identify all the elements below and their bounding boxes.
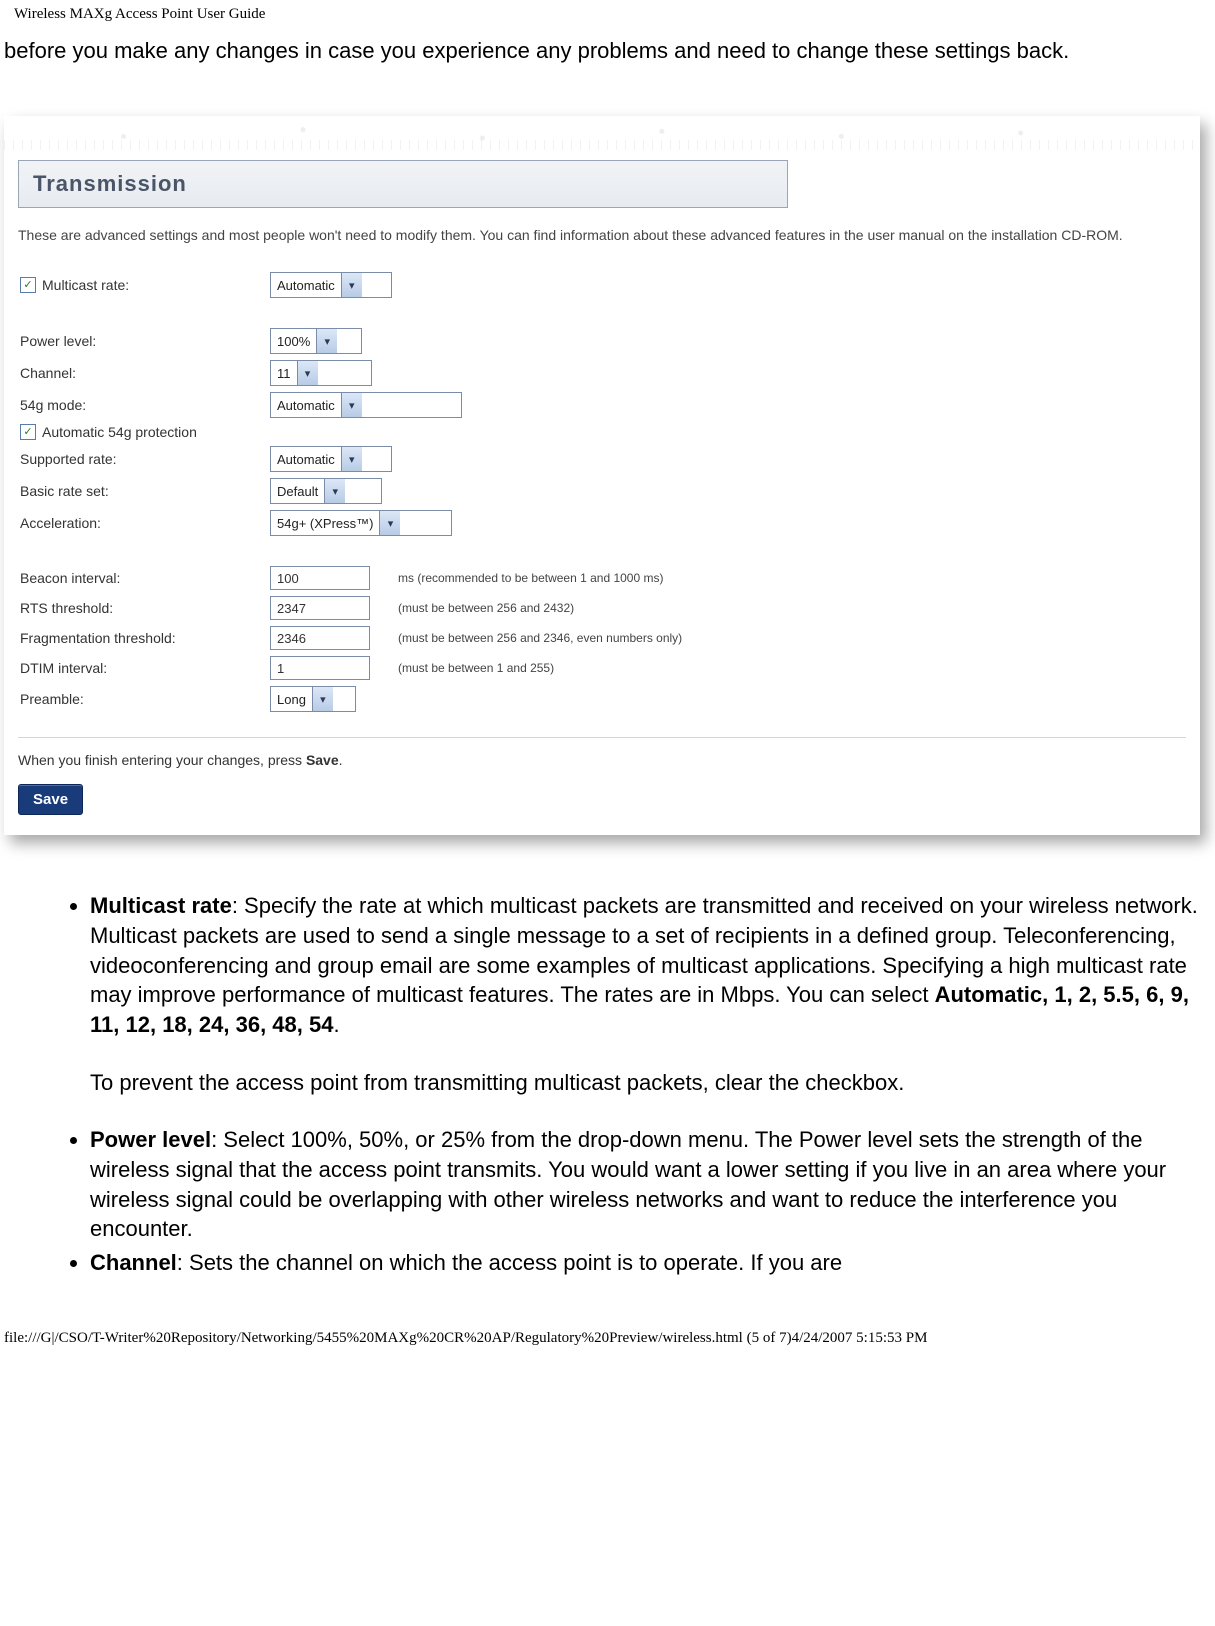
supported-rate-select[interactable]: Automatic ▾ [270, 446, 392, 472]
multicast-select[interactable]: Automatic ▾ [270, 272, 392, 298]
list-item-multicast-extra: To prevent the access point from transmi… [90, 1068, 1207, 1098]
chevron-down-icon: ▾ [341, 393, 362, 417]
auto-54g-label: Automatic 54g protection [42, 424, 197, 440]
finish-instruction: When you finish entering your changes, p… [18, 752, 1186, 768]
row-rts-threshold: RTS threshold: 2347 (must be between 256… [18, 593, 1186, 623]
list-item-power: Power level: Select 100%, 50%, or 25% fr… [90, 1125, 1207, 1244]
page-header: Wireless MAXg Access Point User Guide [0, 0, 1215, 23]
channel-label: Channel: [18, 365, 270, 381]
row-multicast-rate: ✓ Multicast rate: Automatic ▾ [18, 269, 1186, 301]
preamble-select[interactable]: Long ▾ [270, 686, 356, 712]
save-button[interactable]: Save [18, 784, 83, 815]
row-auto-54g-protection: ✓ Automatic 54g protection [18, 421, 1186, 443]
frag-threshold-label: Fragmentation threshold: [18, 630, 270, 646]
rts-threshold-label: RTS threshold: [18, 600, 270, 616]
chevron-down-icon: ▾ [379, 511, 400, 535]
torn-edge-decoration [4, 116, 1200, 150]
divider [18, 737, 1186, 738]
description-list: Multicast rate: Specify the rate at whic… [0, 835, 1215, 1278]
channel-select[interactable]: 11 ▾ [270, 360, 372, 386]
multicast-label: Multicast rate: [42, 277, 129, 293]
row-supported-rate: Supported rate: Automatic ▾ [18, 443, 1186, 475]
row-acceleration: Acceleration: 54g+ (XPress™) ▾ [18, 507, 1186, 539]
power-level-select[interactable]: 100% ▾ [270, 328, 362, 354]
list-item-channel: Channel: Sets the channel on which the a… [90, 1248, 1207, 1278]
dtim-interval-label: DTIM interval: [18, 660, 270, 676]
row-54g-mode: 54g mode: Automatic ▾ [18, 389, 1186, 421]
footer-file-path: file:///G|/CSO/T-Writer%20Repository/Net… [0, 1282, 1215, 1357]
rts-threshold-hint: (must be between 256 and 2432) [398, 601, 574, 615]
dtim-interval-input[interactable]: 1 [270, 656, 370, 680]
list-item-multicast: Multicast rate: Specify the rate at whic… [90, 891, 1207, 1097]
rts-threshold-input[interactable]: 2347 [270, 596, 370, 620]
auto-54g-checkbox[interactable]: ✓ [20, 424, 36, 440]
power-level-value: 100% [271, 334, 316, 349]
row-beacon-interval: Beacon interval: 100 ms (recommended to … [18, 563, 1186, 593]
row-power-level: Power level: 100% ▾ [18, 325, 1186, 357]
basic-rate-select[interactable]: Default ▾ [270, 478, 382, 504]
chevron-down-icon: ▾ [316, 329, 337, 353]
chevron-down-icon: ▾ [341, 273, 362, 297]
acceleration-value: 54g+ (XPress™) [271, 516, 379, 531]
settings-screenshot: Transmission These are advanced settings… [4, 116, 1200, 836]
dtim-interval-hint: (must be between 1 and 255) [398, 661, 554, 675]
power-level-label: Power level: [18, 333, 270, 349]
chevron-down-icon: ▾ [297, 361, 318, 385]
basic-rate-value: Default [271, 484, 324, 499]
acceleration-select[interactable]: 54g+ (XPress™) ▾ [270, 510, 452, 536]
multicast-select-value: Automatic [271, 278, 341, 293]
section-help-text: These are advanced settings and most peo… [18, 226, 1186, 246]
chevron-down-icon: ▾ [312, 687, 333, 711]
multicast-checkbox[interactable]: ✓ [20, 277, 36, 293]
row-preamble: Preamble: Long ▾ [18, 683, 1186, 715]
section-title: Transmission [18, 160, 788, 208]
frag-threshold-hint: (must be between 256 and 2346, even numb… [398, 631, 682, 645]
chevron-down-icon: ▾ [324, 479, 345, 503]
preamble-value: Long [271, 692, 312, 707]
intro-paragraph: before you make any changes in case you … [0, 23, 1215, 66]
mode-54g-label: 54g mode: [18, 397, 270, 413]
beacon-interval-label: Beacon interval: [18, 570, 270, 586]
beacon-interval-input[interactable]: 100 [270, 566, 370, 590]
mode-54g-select[interactable]: Automatic ▾ [270, 392, 462, 418]
mode-54g-value: Automatic [271, 398, 341, 413]
acceleration-label: Acceleration: [18, 515, 270, 531]
row-dtim-interval: DTIM interval: 1 (must be between 1 and … [18, 653, 1186, 683]
supported-rate-label: Supported rate: [18, 451, 270, 467]
chevron-down-icon: ▾ [341, 447, 362, 471]
frag-threshold-input[interactable]: 2346 [270, 626, 370, 650]
supported-rate-value: Automatic [271, 452, 341, 467]
channel-value: 11 [271, 366, 297, 381]
row-basic-rate-set: Basic rate set: Default ▾ [18, 475, 1186, 507]
row-channel: Channel: 11 ▾ [18, 357, 1186, 389]
preamble-label: Preamble: [18, 691, 270, 707]
basic-rate-label: Basic rate set: [18, 483, 270, 499]
row-frag-threshold: Fragmentation threshold: 2346 (must be b… [18, 623, 1186, 653]
beacon-interval-hint: ms (recommended to be between 1 and 1000… [398, 571, 663, 585]
